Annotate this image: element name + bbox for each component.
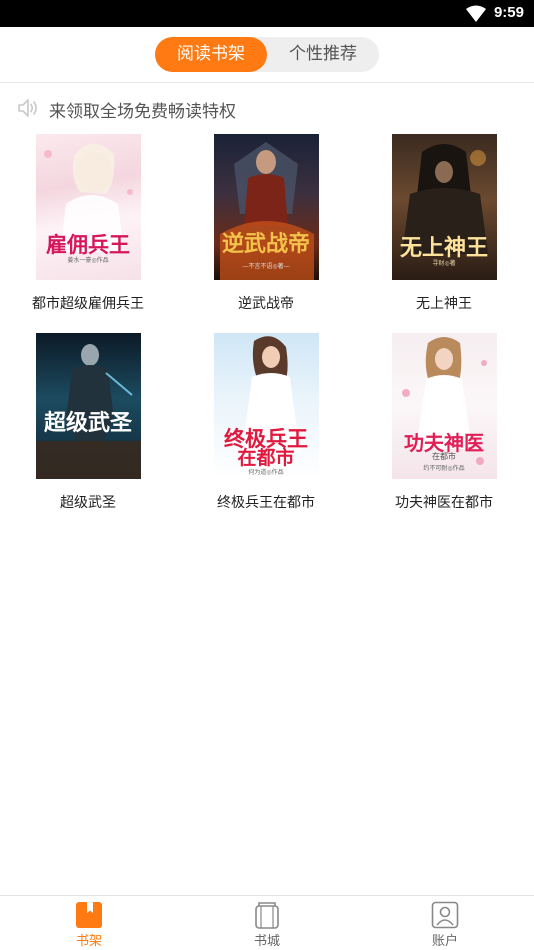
cover-title: 逆武战帝 <box>221 231 310 257</box>
cover-author: 约不可耐◎作品 <box>423 465 465 472</box>
book-item[interactable]: 终极兵王 在都市 何为道◎作品 终极兵王在都市 <box>191 333 341 512</box>
tab-reading-shelf[interactable]: 阅读书架 <box>155 37 267 72</box>
cover-author: 何为道◎作品 <box>248 469 284 476</box>
header-divider <box>0 82 534 83</box>
bookstore-icon <box>255 902 279 929</box>
speaker-icon <box>18 99 37 117</box>
notice-text: 来领取全场免费畅读特权 <box>49 102 236 122</box>
book-cover[interactable]: 超级武圣 <box>35 333 141 479</box>
cover-tag: 在都市 <box>432 452 456 461</box>
book-item[interactable]: 逆武战帝 —不言不语◎著— 逆武战帝 <box>191 134 341 313</box>
book-title: 无上神王 <box>416 296 472 312</box>
book-title: 终极兵王在都市 <box>217 495 315 511</box>
nav-label: 书架 <box>75 934 102 949</box>
book-title: 逆武战帝 <box>238 296 294 312</box>
nav-label: 书城 <box>253 934 280 949</box>
cover-tag: 都市超级 <box>69 219 106 229</box>
book-title: 超级武圣 <box>60 495 116 511</box>
tab-recommendations[interactable]: 个性推荐 <box>267 37 379 72</box>
shelf-tab-switcher: 阅读书架 个性推荐 <box>155 37 379 72</box>
cover-author: —不言不语◎著— <box>242 263 290 270</box>
bookshelf-icon <box>76 902 102 928</box>
book-cover[interactable]: 都市超级 雇佣兵王 姜水一豪◎作品 <box>35 134 141 280</box>
book-item[interactable]: 都市超级 雇佣兵王 姜水一豪◎作品 都市超级雇佣兵王 <box>13 134 163 313</box>
book-cover[interactable]: 无上神王 寻财◎著 <box>391 134 497 280</box>
nav-label: 账户 <box>431 934 458 949</box>
book-cover[interactable]: 终极兵王 在都市 何为道◎作品 <box>213 333 319 479</box>
cover-author: 寻财◎著 <box>432 260 456 267</box>
account-icon <box>431 901 459 929</box>
nav-bookshelf[interactable]: 书架 <box>29 896 149 950</box>
cover-title: 超级武圣 <box>43 410 132 436</box>
bottom-navigation: 书架 书城 账户 <box>0 895 534 950</box>
book-cover[interactable]: 功夫神医 在都市 约不可耐◎作品 <box>391 333 497 479</box>
book-cover[interactable]: 逆武战帝 —不言不语◎著— <box>213 134 319 280</box>
book-title: 功夫神医在都市 <box>395 495 493 511</box>
nav-bookstore[interactable]: 书城 <box>207 896 327 950</box>
status-time: 9:59 <box>493 4 524 21</box>
nav-account[interactable]: 账户 <box>385 896 505 950</box>
cover-author: 姜水一豪◎作品 <box>67 257 109 264</box>
status-bar: 9:59 <box>0 0 534 27</box>
book-item[interactable]: 超级武圣 超级武圣 <box>13 333 163 512</box>
cover-title-line2: 在都市 <box>237 447 295 469</box>
book-item[interactable]: 功夫神医 在都市 约不可耐◎作品 功夫神医在都市 <box>369 333 519 512</box>
book-title: 都市超级雇佣兵王 <box>32 296 144 312</box>
book-item[interactable]: 无上神王 寻财◎著 无上神王 <box>369 134 519 313</box>
wifi-icon <box>466 5 486 22</box>
